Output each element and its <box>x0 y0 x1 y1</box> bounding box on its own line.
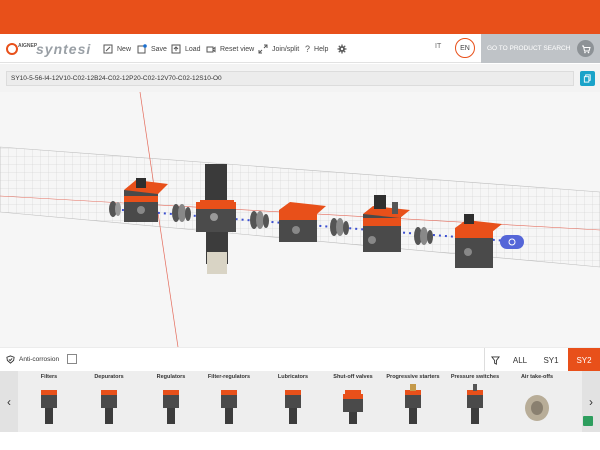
configuration-code-field[interactable]: SY10-5-56-I4-12V10-C02-12B24-C02-12P20-C… <box>6 71 574 86</box>
save-icon <box>137 44 147 54</box>
question-icon: ? <box>305 44 311 54</box>
lang-en[interactable]: EN <box>455 38 475 58</box>
catalog-item-label: Filters <box>40 374 58 380</box>
new-button[interactable]: New <box>103 42 131 56</box>
catalog-item-thumbnail <box>525 395 549 421</box>
end-fitting-left[interactable] <box>109 201 121 217</box>
cart-button[interactable] <box>577 40 594 57</box>
load-label: Load <box>185 45 201 53</box>
brand-header-band <box>0 0 600 34</box>
filter-icon <box>491 355 500 365</box>
catalog-item-label: Depurators <box>94 374 124 380</box>
reset-view-label: Reset view <box>220 45 255 53</box>
gear-icon <box>337 44 347 54</box>
catalog-item-label: Filter-regulators <box>207 374 251 380</box>
load-icon <box>171 44 181 54</box>
join-split-label: Join/split <box>272 45 300 53</box>
filter-button[interactable] <box>484 348 506 372</box>
anti-corrosion-label: Anti-corrosion <box>19 355 60 363</box>
bottom-filter-bar: Anti-corrosion ALL SY1 SY2 <box>0 347 600 372</box>
catalog-prev-button[interactable]: ‹ <box>0 371 18 432</box>
catalog-item-label: Pressure switches <box>450 374 500 380</box>
expand-icon <box>258 44 268 54</box>
product-catalog-strip: ‹ Filters Depurators Regulators Filter-regu… <box>0 371 600 432</box>
toolbar: AIGNEP syntesi New Save Load Reset view … <box>0 34 600 63</box>
chevron-right-icon: › <box>589 394 593 409</box>
segment-all[interactable]: ALL <box>507 348 533 372</box>
catalog-item-thumbnail <box>467 384 483 424</box>
copy-icon <box>583 74 591 83</box>
segment-sy2[interactable]: SY2 <box>568 348 600 372</box>
catalog-item[interactable]: Progressive starters <box>384 371 442 432</box>
catalog-item[interactable]: Air take-offs <box>508 371 566 432</box>
catalog-item-thumbnail <box>343 390 363 424</box>
load-button[interactable]: Load <box>171 42 201 56</box>
catalog-item-thumbnail <box>285 390 301 424</box>
catalog-item-thumbnail <box>221 390 237 424</box>
configuration-code-bar: SY10-5-56-I4-12V10-C02-12B24-C02-12P20-C… <box>0 64 600 92</box>
anti-corrosion-checkbox[interactable] <box>67 354 78 364</box>
save-label: Save <box>151 45 167 53</box>
lang-en-label: EN <box>460 44 470 52</box>
catalog-item-thumbnail <box>41 390 57 424</box>
catalog-item[interactable]: Shut-off valves <box>324 371 382 432</box>
new-label: New <box>117 45 132 53</box>
help-label: Help <box>314 45 329 53</box>
assembly-scene[interactable] <box>0 92 600 347</box>
status-indicator <box>583 416 593 426</box>
page-footer-space <box>0 432 600 450</box>
join-split-button[interactable]: Join/split <box>258 42 299 56</box>
reset-view-button[interactable]: Reset view <box>206 42 254 56</box>
cart-icon <box>581 45 591 53</box>
copy-button[interactable] <box>580 71 595 86</box>
lang-it[interactable]: IT <box>435 43 441 50</box>
catalog-item-thumbnail <box>101 390 117 424</box>
anti-corrosion-toggle[interactable]: Anti-corrosion <box>6 354 78 364</box>
catalog-item[interactable]: Pressure switches <box>446 371 504 432</box>
catalog-item-thumbnail <box>405 384 421 424</box>
shield-check-icon <box>6 354 15 364</box>
settings-button[interactable] <box>337 42 351 56</box>
search-label: GO TO PRODUCT SEARCH <box>487 45 571 52</box>
save-button[interactable]: Save <box>137 42 167 56</box>
catalog-item-thumbnail <box>163 390 179 424</box>
logo[interactable]: AIGNEP syntesi <box>6 41 91 57</box>
catalog-item[interactable]: Regulators <box>142 371 200 432</box>
catalog-item-label: Lubricators <box>277 374 309 380</box>
segment-sy1[interactable]: SY1 <box>535 348 567 372</box>
new-file-icon <box>103 44 113 54</box>
catalog-item[interactable]: Filters <box>20 371 78 432</box>
catalog-item[interactable]: Lubricators <box>264 371 322 432</box>
logo-sub-text: AIGNEP <box>18 43 38 49</box>
end-cap-selected[interactable] <box>500 235 524 249</box>
camera-icon <box>206 46 216 53</box>
catalog-item-label: Regulators <box>156 374 186 380</box>
go-to-product-search-button[interactable]: GO TO PRODUCT SEARCH <box>481 34 600 63</box>
catalog-item[interactable]: Depurators <box>80 371 138 432</box>
chevron-left-icon: ‹ <box>7 394 11 409</box>
catalog-item-label: Shut-off valves <box>333 374 373 380</box>
catalog-item[interactable]: Filter-regulators <box>200 371 258 432</box>
aignep-logo-mark: AIGNEP <box>6 42 37 56</box>
3d-viewport[interactable] <box>0 92 600 347</box>
catalog-item-label: Progressive starters <box>386 374 440 380</box>
catalog-item-label: Air take-offs <box>520 374 554 380</box>
logo-text: syntesi <box>36 41 92 57</box>
help-button[interactable]: ? Help <box>305 42 328 56</box>
